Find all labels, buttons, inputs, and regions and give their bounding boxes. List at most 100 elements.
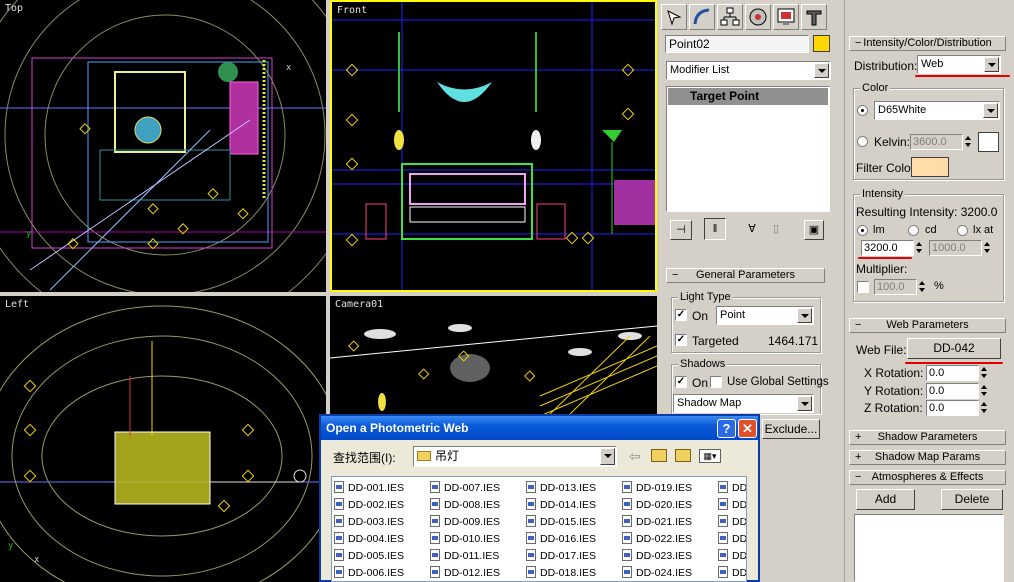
shadow-type-dropdown[interactable]: Shadow Map [673,394,814,413]
file-item[interactable]: DD-003.IES [334,515,404,528]
close-icon[interactable]: ✕ [738,419,757,438]
light-type-dropdown[interactable]: Point [716,306,814,325]
web-parameters-header[interactable]: − Web Parameters [849,318,1006,333]
multiplier-spinner[interactable]: 100.0 [874,279,928,295]
viewport-left[interactable]: y x Left [0,296,326,582]
file-item[interactable]: DD [718,498,746,511]
intensity-lx-spinner[interactable]: 1000.0 [929,240,993,256]
file-item[interactable]: DD [718,481,746,494]
y-rotation-spinner[interactable]: 0.0 [926,383,990,399]
kelvin-color-swatch[interactable] [978,132,999,152]
x-rotation-spinner[interactable]: 0.0 [926,365,990,381]
file-item[interactable]: DD-018.IES [526,566,596,579]
exclude-button[interactable]: Exclude... [762,419,820,439]
targeted-checkbox[interactable]: ✓ [675,334,687,346]
create-icon[interactable] [661,4,687,30]
back-icon[interactable]: ⇦ [629,448,641,465]
display-icon[interactable] [773,4,799,30]
add-effect-button[interactable]: Add [856,489,915,510]
modifier-list-dropdown[interactable]: Modifier List [666,61,831,80]
general-parameters-header[interactable]: − General Parameters [666,268,825,283]
make-unique-icon[interactable]: ∀ [742,220,762,240]
kelvin-spinner[interactable]: 3600.0 [910,134,974,150]
viewport-camera-label[interactable]: Camera01 [335,299,383,310]
modifier-stack[interactable]: Target Point [666,86,830,212]
file-item[interactable]: DD [718,532,746,545]
remove-modifier-icon[interactable]: ▯ [766,220,786,240]
shadow-parameters-header[interactable]: + Shadow Parameters [849,430,1006,445]
delete-effect-button[interactable]: Delete [941,489,1003,510]
file-item[interactable]: DD-020.IES [622,498,692,511]
motion-icon[interactable] [745,4,771,30]
file-item[interactable]: DD [718,566,746,579]
kelvin-radio[interactable] [857,136,868,147]
file-item[interactable]: DD-024.IES [622,566,692,579]
shadows-on-checkbox[interactable]: ✓ [675,376,687,388]
file-item[interactable]: DD-011.IES [430,549,499,562]
light-on-checkbox[interactable]: ✓ [675,309,687,321]
file-item[interactable]: DD-012.IES [430,566,500,579]
object-color-swatch[interactable] [813,35,830,52]
stack-item-target-point[interactable]: Target Point [668,88,828,105]
file-item[interactable]: DD-013.IES [526,481,596,494]
intensity-lm-spinner[interactable]: 3200.0 [861,240,925,256]
show-end-result-icon[interactable]: ‖ [704,218,726,240]
file-item[interactable]: DD-021.IES [622,515,692,528]
configure-sets-icon[interactable]: ▣ [804,220,824,240]
red-annotation-underline [915,75,1010,77]
file-item[interactable]: DD-009.IES [430,515,500,528]
file-item[interactable]: DD-016.IES [526,532,596,545]
file-item[interactable]: DD [718,515,746,528]
left-view-scene: y x [0,305,326,582]
shadow-map-params-header[interactable]: + Shadow Map Params [849,450,1006,465]
modify-icon[interactable] [689,4,715,30]
file-item[interactable]: DD-010.IES [430,532,500,545]
intensity-header[interactable]: − Intensity/Color/Distribution [849,36,1006,51]
ies-file-icon [718,532,728,544]
z-rotation-spinner[interactable]: 0.0 [926,400,990,416]
unit-lm-radio[interactable] [857,225,868,236]
viewport-top-label[interactable]: Top [5,3,23,14]
hierarchy-icon[interactable] [717,4,743,30]
atmospheres-effects-header[interactable]: − Atmospheres & Effects [849,470,1006,485]
color-preset-dropdown[interactable]: D65White [874,101,1000,120]
help-icon[interactable]: ? [717,419,736,438]
filter-color-swatch[interactable] [911,157,949,177]
viewport-front[interactable]: Front [330,0,657,292]
distribution-dropdown[interactable]: Web [917,55,1001,74]
look-in-dropdown[interactable]: 吊灯 [413,446,617,467]
new-folder-icon[interactable] [675,449,691,462]
web-file-button[interactable]: DD-042 [907,338,1001,359]
file-item[interactable]: DD [718,549,746,562]
file-item[interactable]: DD-007.IES [430,481,500,494]
file-item[interactable]: DD-004.IES [334,532,404,545]
file-list[interactable]: DD-001.IES DD-002.IES DD-003.IES DD-004.IES… [331,476,747,582]
dialog-title-bar[interactable]: Open a Photometric Web [321,416,758,440]
file-item[interactable]: DD-008.IES [430,498,500,511]
color-preset-radio[interactable] [857,105,868,116]
use-global-checkbox[interactable] [710,376,722,388]
viewport-top[interactable]: x y Top [0,0,326,292]
file-item[interactable]: DD-001.IES [334,481,404,494]
file-item[interactable]: DD-017.IES [526,549,596,562]
utilities-icon[interactable] [801,4,827,30]
file-item[interactable]: DD-014.IES [526,498,596,511]
file-item[interactable]: DD-022.IES [622,532,692,545]
file-item[interactable]: DD-005.IES [334,549,404,562]
unit-cd-radio[interactable] [908,225,919,236]
file-item[interactable]: DD-019.IES [622,481,692,494]
viewport-left-label[interactable]: Left [5,299,29,310]
file-item[interactable]: DD-015.IES [526,515,596,528]
view-menu-icon[interactable]: ▦▾ [699,449,721,463]
viewport-front-label[interactable]: Front [337,5,367,16]
file-item[interactable]: DD-006.IES [334,566,404,579]
effects-list[interactable] [854,514,1004,582]
unit-lx-radio[interactable] [957,225,968,236]
object-name-field[interactable]: Point02 [665,35,809,53]
up-folder-icon[interactable] [651,449,667,462]
pin-stack-icon[interactable]: ⊣ [670,220,692,240]
ies-file-icon [430,532,440,544]
file-item[interactable]: DD-002.IES [334,498,404,511]
multiplier-checkbox[interactable] [857,281,869,293]
file-item[interactable]: DD-023.IES [622,549,692,562]
